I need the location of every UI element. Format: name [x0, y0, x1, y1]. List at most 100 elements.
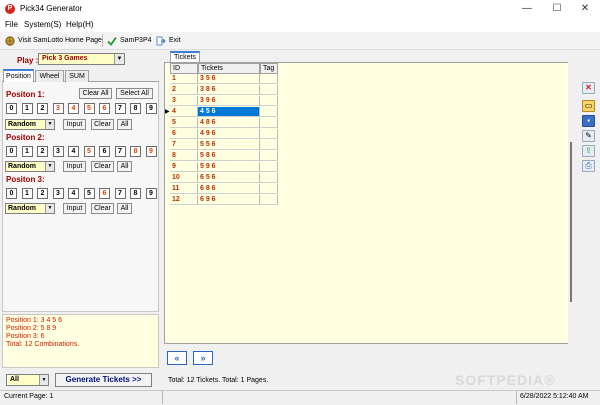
table-cell[interactable]: 12 [170, 195, 198, 205]
digit-button[interactable]: 2 [37, 103, 48, 114]
table-cell[interactable]: 6 [170, 129, 198, 139]
table-cell[interactable]: 6 9 6 [198, 195, 260, 205]
table-cell[interactable]: 8 [170, 151, 198, 161]
position-1-random-select[interactable]: Random ▼ [5, 119, 55, 130]
digit-button[interactable]: 3 [52, 103, 64, 114]
table-cell[interactable]: 10 [170, 173, 198, 183]
column-header-tag[interactable]: Tag [260, 63, 278, 74]
table-cell[interactable] [260, 85, 278, 95]
select-all-button[interactable]: Select All [116, 88, 153, 99]
digit-button[interactable]: 1 [21, 146, 33, 157]
next-page-button[interactable]: » [193, 351, 213, 365]
digit-button[interactable]: 9 [145, 146, 157, 157]
exit-button[interactable]: Exit [156, 34, 181, 47]
digit-button[interactable]: 9 [145, 188, 157, 199]
table-cell[interactable]: 4 8 6 [198, 118, 260, 128]
table-cell[interactable]: 9 [170, 162, 198, 172]
position-2-input-button[interactable]: Input [63, 161, 86, 172]
digit-button[interactable]: 6 [99, 103, 110, 114]
table-cell[interactable] [260, 129, 278, 139]
position-2-random-select[interactable]: Random ▼ [5, 161, 55, 172]
table-cell[interactable]: 11 [170, 184, 198, 194]
column-header-tickets[interactable]: Tickets [198, 63, 260, 74]
tab-tickets[interactable]: Tickets [170, 51, 200, 62]
table-cell[interactable] [260, 107, 278, 117]
digit-button[interactable]: 5 [83, 188, 95, 199]
table-cell[interactable]: 3 5 6 [198, 74, 260, 84]
digit-button[interactable]: 8 [130, 103, 141, 114]
table-cell[interactable]: 4 9 6 [198, 129, 260, 139]
position-1-clear-button[interactable]: Clear [91, 119, 114, 130]
table-cell[interactable] [260, 173, 278, 183]
digit-button[interactable]: 8 [130, 146, 141, 157]
menu-system[interactable]: System(S) [24, 20, 61, 29]
digit-button[interactable]: 4 [68, 188, 79, 199]
table-cell[interactable] [260, 184, 278, 194]
minimize-button[interactable]: — [512, 0, 542, 18]
table-cell[interactable]: 5 9 6 [198, 162, 260, 172]
grid-scrollbar[interactable] [568, 62, 574, 344]
digit-button[interactable]: 1 [21, 188, 33, 199]
digit-button[interactable]: 3 [52, 146, 64, 157]
digit-button[interactable]: 7 [114, 188, 126, 199]
close-button[interactable]: ✕ [570, 0, 600, 18]
digit-button[interactable]: 4 [68, 146, 79, 157]
digit-button[interactable]: 3 [52, 188, 64, 199]
prev-page-button[interactable]: « [167, 351, 187, 365]
position-2-all-button[interactable]: All [117, 161, 132, 172]
edit-icon[interactable]: ✎ [582, 130, 595, 142]
table-cell[interactable] [260, 195, 278, 205]
digit-button[interactable]: 8 [130, 188, 141, 199]
play-game-select[interactable]: Pick 3 Games ▼ [38, 53, 125, 65]
scrollbar-thumb[interactable] [570, 142, 572, 302]
tab-wheel[interactable]: Wheel [35, 70, 64, 82]
export-icon[interactable]: ⇪ [582, 145, 595, 157]
samp3p4-button[interactable]: SamP3P4 [107, 34, 152, 47]
position-3-clear-button[interactable]: Clear [91, 203, 114, 214]
table-cell[interactable]: 5 8 6 [198, 151, 260, 161]
digit-button[interactable]: 4 [68, 103, 79, 114]
table-cell[interactable]: 3 [170, 96, 198, 106]
digit-button[interactable]: 5 [83, 146, 95, 157]
table-cell[interactable]: 4 5 6 [198, 107, 260, 117]
table-cell[interactable]: 3 8 6 [198, 85, 260, 95]
tab-sum[interactable]: SUM [65, 70, 89, 82]
table-cell[interactable] [260, 162, 278, 172]
menu-file[interactable]: File [5, 20, 18, 29]
open-folder-icon[interactable]: ▭ [582, 100, 595, 112]
table-cell[interactable]: 6 5 6 [198, 173, 260, 183]
position-3-all-button[interactable]: All [117, 203, 132, 214]
visit-home-button[interactable]: Visit SamLotto Home Page [5, 34, 102, 47]
digit-button[interactable]: 1 [21, 103, 33, 114]
position-1-input-button[interactable]: Input [63, 119, 86, 130]
digit-button[interactable]: 9 [145, 103, 157, 114]
table-cell[interactable]: 7 [170, 140, 198, 150]
table-cell[interactable]: 5 [170, 118, 198, 128]
digit-button[interactable]: 0 [6, 146, 17, 157]
save-icon[interactable]: ▪ [582, 115, 595, 127]
table-cell[interactable]: 3 9 6 [198, 96, 260, 106]
table-cell[interactable] [260, 118, 278, 128]
table-cell[interactable]: 1 [170, 74, 198, 84]
table-cell[interactable]: 5 5 6 [198, 140, 260, 150]
table-cell[interactable] [260, 140, 278, 150]
table-cell[interactable]: 4 [170, 107, 198, 117]
digit-button[interactable]: 2 [37, 188, 48, 199]
digit-button[interactable]: 7 [114, 103, 126, 114]
position-1-all-button[interactable]: All [117, 119, 132, 130]
generate-tickets-button[interactable]: Generate Tickets >> [55, 373, 152, 387]
position-3-input-button[interactable]: Input [63, 203, 86, 214]
digit-button[interactable]: 0 [6, 103, 17, 114]
maximize-button[interactable]: ☐ [542, 0, 572, 18]
table-cell[interactable]: 2 [170, 85, 198, 95]
digit-button[interactable]: 5 [83, 103, 95, 114]
delete-icon[interactable]: ✕ [582, 82, 595, 94]
digit-button[interactable]: 7 [114, 146, 126, 157]
ticket-filter-select[interactable]: All ▼ [6, 374, 49, 386]
position-2-clear-button[interactable]: Clear [91, 161, 114, 172]
menu-help[interactable]: Help(H) [66, 20, 94, 29]
digit-button[interactable]: 6 [99, 146, 110, 157]
tab-position[interactable]: Position [3, 69, 34, 82]
digit-button[interactable]: 0 [6, 188, 17, 199]
table-cell[interactable]: 6 8 6 [198, 184, 260, 194]
